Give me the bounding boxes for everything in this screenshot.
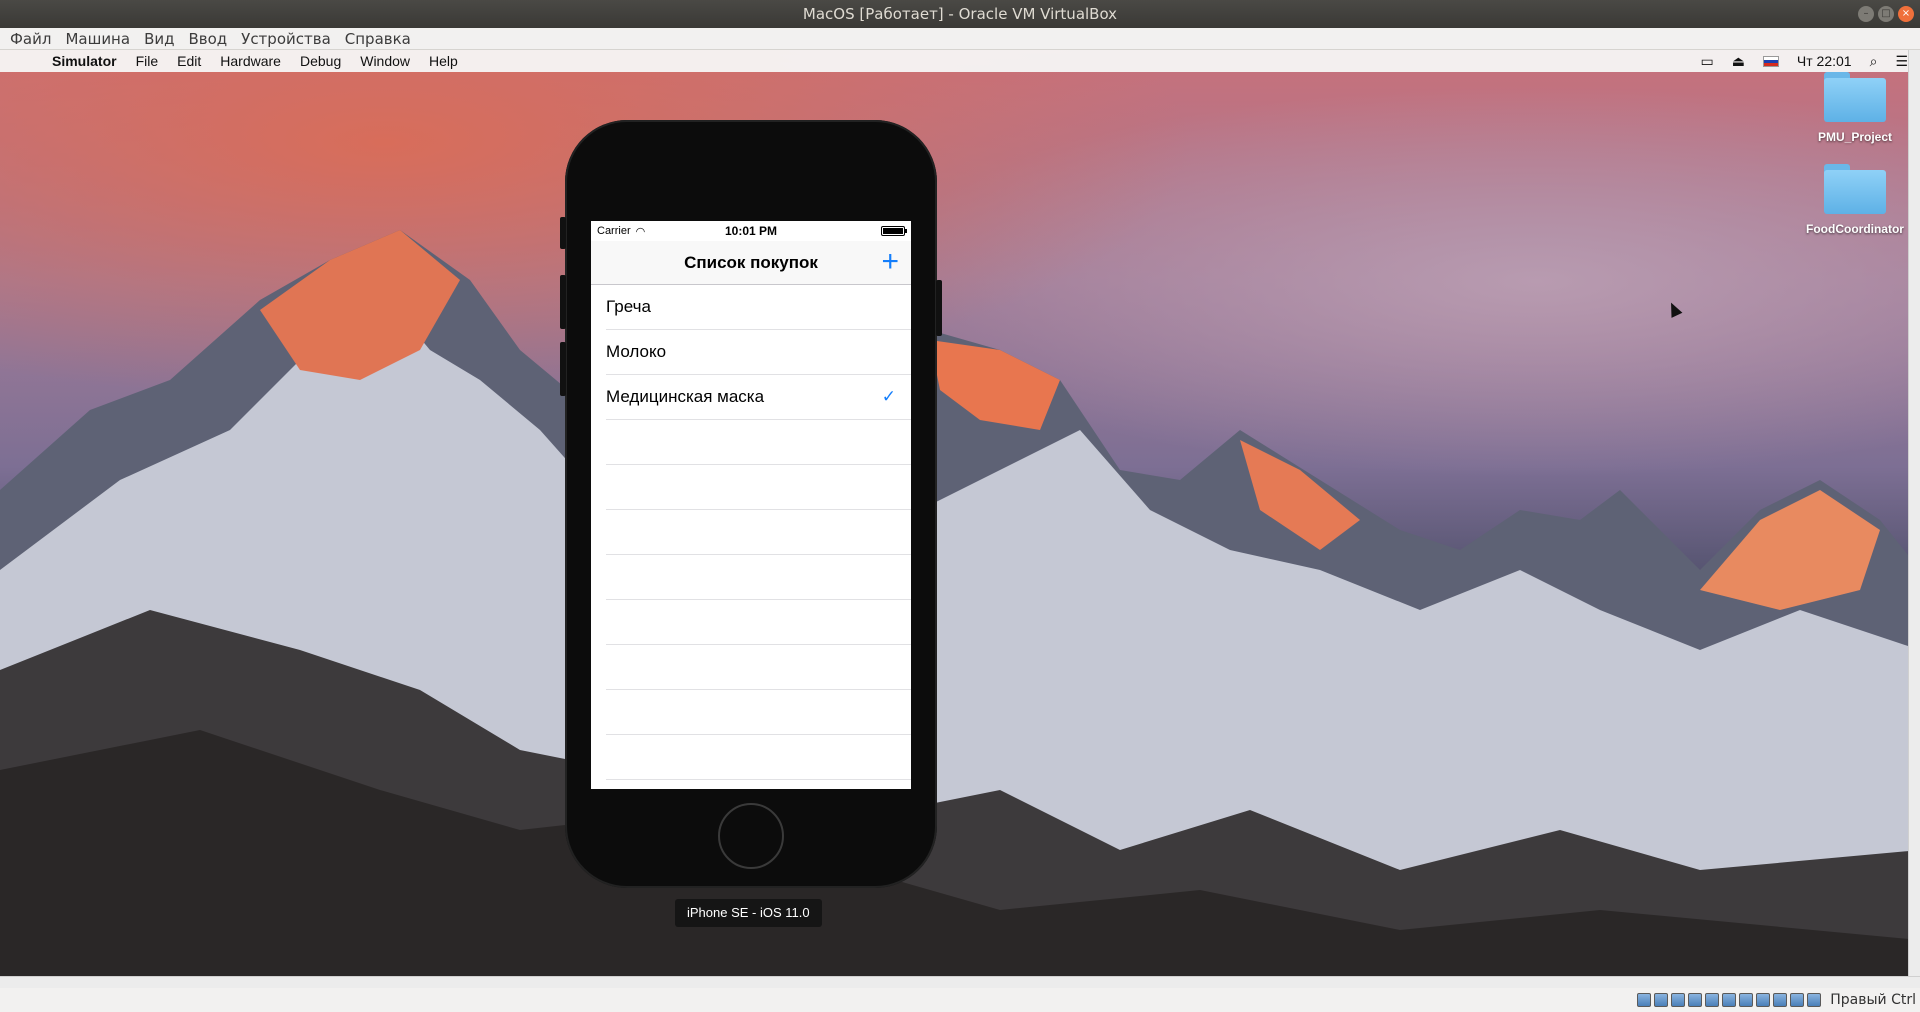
usb-icon[interactable] — [1705, 993, 1720, 1007]
empty-table-row — [606, 600, 911, 645]
host-key-label: Правый Ctrl — [1830, 992, 1916, 1008]
vbox-menu-view[interactable]: Вид — [144, 30, 174, 48]
ios-status-bar: Carrier ◠ 10:01 PM — [591, 221, 911, 241]
iphone-simulator-frame: Carrier ◠ 10:01 PM Список покупок + Греч… — [560, 120, 942, 888]
vbox-titlebar: MacOS [Работает] - Oracle VM VirtualBox … — [0, 0, 1920, 28]
network-icon[interactable] — [1688, 993, 1703, 1007]
horizontal-scrollbar[interactable] — [0, 976, 1920, 988]
audio-icon[interactable] — [1671, 993, 1686, 1007]
mac-menubar: Simulator File Edit Hardware Debug Windo… — [0, 50, 1920, 72]
mute-switch[interactable] — [560, 217, 566, 249]
row-label: Медицинская маска — [606, 387, 765, 406]
device-label: iPhone SE - iOS 11.0 — [675, 899, 822, 927]
checkmark-icon: ✓ — [881, 387, 896, 406]
empty-table-row — [606, 735, 911, 780]
mac-status-area: ▭ ⏏ Чт 22:01 ⌕ ☰ — [1700, 50, 1908, 72]
row-label: Молоко — [606, 342, 667, 361]
vbox-menu-file[interactable]: Файл — [10, 30, 51, 48]
shared-folders-icon[interactable] — [1722, 993, 1737, 1007]
vbox-title: MacOS [Работает] - Oracle VM VirtualBox — [802, 5, 1118, 23]
mouse-integration-icon[interactable] — [1790, 993, 1805, 1007]
volume-down-button[interactable] — [560, 342, 566, 396]
vbox-menu-devices[interactable]: Устройства — [241, 30, 331, 48]
mac-menu-window[interactable]: Window — [360, 53, 410, 69]
desktop-folder-foodcoordinator[interactable]: FoodCoordinator — [1800, 164, 1910, 236]
vbox-statusbar: Правый Ctrl — [0, 988, 1920, 1012]
status-time: 10:01 PM — [724, 224, 778, 238]
minimize-icon[interactable]: – — [1858, 6, 1874, 22]
optical-drive-icon[interactable] — [1654, 993, 1669, 1007]
vertical-scrollbar[interactable] — [1908, 50, 1920, 976]
empty-table-row — [606, 555, 911, 600]
battery-icon — [881, 226, 907, 236]
empty-table-row — [606, 645, 911, 690]
display-icon[interactable]: ▭ — [1700, 53, 1713, 70]
vbox-menu-input[interactable]: Ввод — [188, 30, 227, 48]
mac-menu-debug[interactable]: Debug — [300, 53, 341, 69]
volume-up-button[interactable] — [560, 275, 566, 329]
spotlight-search-icon[interactable]: ⌕ — [1870, 53, 1878, 70]
vbox-menu-machine[interactable]: Машина — [65, 30, 130, 48]
maximize-icon[interactable]: □ — [1878, 6, 1894, 22]
empty-table-row — [606, 510, 911, 555]
guest-screen: Simulator File Edit Hardware Debug Windo… — [0, 50, 1920, 976]
display-icon[interactable] — [1739, 993, 1754, 1007]
notification-center-icon[interactable]: ☰ — [1895, 53, 1908, 70]
mac-menu-app[interactable]: Simulator — [52, 53, 117, 69]
row-label: Греча — [606, 297, 651, 316]
empty-table-row — [606, 465, 911, 510]
nav-title: Список покупок — [684, 252, 818, 272]
empty-table-row — [606, 420, 911, 465]
desktop-icon-label: FoodCoordinator — [1806, 222, 1904, 236]
table-view[interactable]: Греча Молоко Медицинская маска ✓ — [591, 285, 911, 780]
desktop-icon-label: PMU_Project — [1817, 130, 1893, 144]
vbox-menu-help[interactable]: Справка — [345, 30, 411, 48]
desktop-folder-pmu-project[interactable]: PMU_Project — [1800, 72, 1910, 144]
navigation-bar: Список покупок + — [591, 241, 911, 285]
folder-icon — [1824, 164, 1886, 214]
ios-screen: Carrier ◠ 10:01 PM Список покупок + Греч… — [591, 221, 911, 789]
folder-icon — [1824, 72, 1886, 122]
table-row[interactable]: Молоко — [606, 330, 911, 375]
home-button[interactable] — [718, 803, 784, 869]
table-row[interactable]: Греча — [606, 285, 911, 330]
window-controls: – □ × — [1858, 6, 1914, 22]
keyboard-icon[interactable] — [1807, 993, 1822, 1007]
table-row[interactable]: Медицинская маска ✓ — [606, 375, 911, 420]
power-button[interactable] — [936, 280, 942, 336]
vbox-menubar: Файл Машина Вид Ввод Устройства Справка — [0, 28, 1920, 50]
mac-menu-help[interactable]: Help — [429, 53, 458, 69]
close-icon[interactable]: × — [1898, 6, 1914, 22]
video-capture-icon[interactable] — [1756, 993, 1771, 1007]
menubar-clock[interactable]: Чт 22:01 — [1797, 53, 1852, 69]
eject-icon[interactable]: ⏏ — [1732, 53, 1745, 70]
mac-menu-file[interactable]: File — [136, 53, 159, 69]
mac-menu-edit[interactable]: Edit — [177, 53, 201, 69]
input-source-flag-icon[interactable] — [1762, 55, 1779, 67]
empty-table-row — [606, 690, 911, 735]
cpu-icon[interactable] — [1773, 993, 1788, 1007]
hard-disk-icon[interactable] — [1637, 993, 1652, 1007]
mac-menu-hardware[interactable]: Hardware — [220, 53, 281, 69]
wallpaper-mountains — [0, 230, 1920, 976]
plus-icon[interactable]: + — [881, 247, 899, 277]
